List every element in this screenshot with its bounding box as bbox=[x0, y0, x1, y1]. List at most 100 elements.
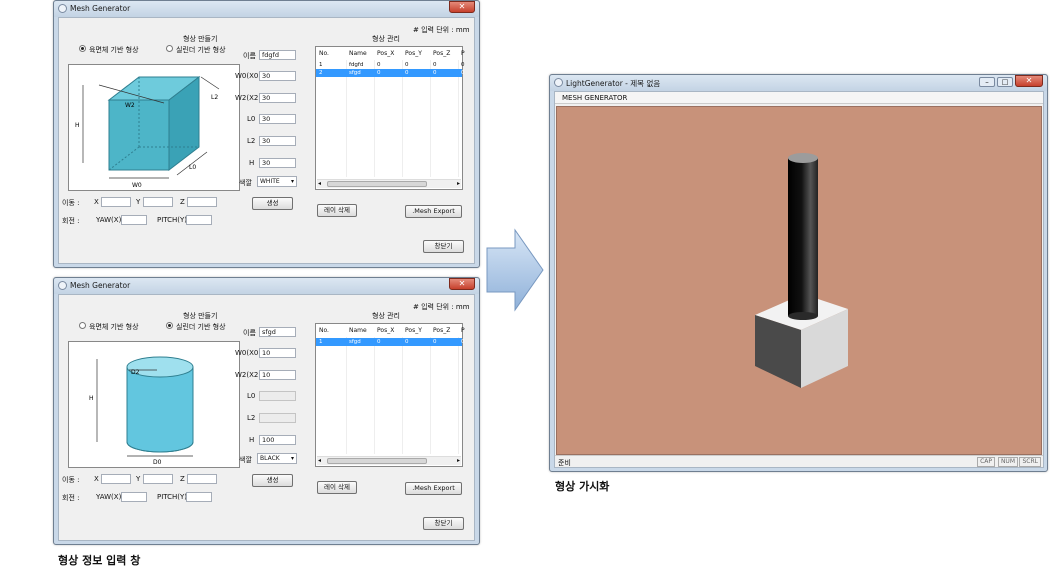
col-no: No. bbox=[319, 50, 329, 57]
pitch-input[interactable] bbox=[186, 215, 212, 225]
move-z-input[interactable] bbox=[187, 474, 217, 484]
color-select-value: WHITE bbox=[260, 178, 280, 185]
l2-input[interactable]: 30 bbox=[259, 136, 296, 146]
radio-cylinder-label: 실린더 기반 형상 bbox=[176, 323, 226, 331]
yaw-label: YAW(X) bbox=[96, 493, 122, 501]
maximize-icon[interactable]: □ bbox=[997, 77, 1013, 87]
w0-input[interactable]: 30 bbox=[259, 71, 296, 81]
diagram-label-w0: W0 bbox=[132, 182, 142, 189]
h-input[interactable]: 100 bbox=[259, 435, 296, 445]
title-bar[interactable]: Mesh Generator ✕ bbox=[54, 1, 479, 17]
shape-list-grid[interactable]: No. Name Pos_X Pos_Y Pos_Z P 1 sfgd 0 0 0 0 ◂… bbox=[315, 323, 465, 467]
color-select[interactable]: BLACK ▾ bbox=[257, 453, 297, 464]
mesh-export-button[interactable]: .Mesh Export bbox=[405, 482, 462, 495]
col-pos-z: Pos_Z bbox=[433, 50, 451, 57]
field-label-name: 이름 bbox=[243, 52, 256, 60]
list-title: 형상 관리 bbox=[372, 312, 400, 320]
status-bar: 준비 CAP NUM SCRL bbox=[555, 455, 1043, 467]
delete-layer-button[interactable]: 레이 삭제 bbox=[317, 481, 357, 494]
pitch-input[interactable] bbox=[186, 492, 212, 502]
field-label-color: 색깔 bbox=[239, 179, 252, 187]
chevron-down-icon: ▾ bbox=[290, 178, 294, 185]
field-label-h: H bbox=[249, 159, 255, 167]
window-title: LightGenerator - 제목 없음 bbox=[566, 79, 661, 88]
close-window-button[interactable]: ✕ bbox=[449, 1, 475, 13]
caption-input-window: 형상 정보 입력 창 bbox=[58, 554, 141, 567]
radio-box[interactable] bbox=[79, 322, 86, 329]
col-name: Name bbox=[349, 50, 367, 57]
close-button[interactable]: 창닫기 bbox=[423, 240, 464, 253]
col-p: P bbox=[461, 50, 465, 57]
close-button[interactable]: 창닫기 bbox=[423, 517, 464, 530]
minimize-icon[interactable]: – bbox=[979, 77, 995, 87]
w2-input[interactable]: 30 bbox=[259, 93, 296, 103]
yaw-input[interactable] bbox=[121, 215, 147, 225]
diagram-label-w2: W2 bbox=[125, 102, 135, 109]
scroll-right-icon[interactable]: ▸ bbox=[457, 457, 460, 464]
move-label: 이동 : bbox=[62, 476, 80, 484]
create-button[interactable]: 생성 bbox=[252, 474, 293, 487]
diagram-label-d2: D2 bbox=[131, 369, 140, 376]
table-row[interactable]: 1 fdgfd 0 0 0 0 bbox=[316, 61, 465, 69]
name-input[interactable]: fdgfd bbox=[259, 50, 296, 60]
horizontal-scrollbar[interactable]: ◂ ▸ bbox=[317, 179, 461, 188]
field-label-l0: L0 bbox=[247, 115, 256, 123]
group-title: 형상 만들기 bbox=[183, 35, 218, 43]
table-row-selected[interactable]: 2 sfgd 0 0 0 0 bbox=[316, 69, 465, 77]
field-label-w2: W2(X2) bbox=[235, 94, 262, 102]
title-bar[interactable]: LightGenerator - 제목 없음 – □ ✕ bbox=[550, 75, 1047, 91]
render-viewport[interactable] bbox=[556, 106, 1042, 455]
radio-cylinder[interactable] bbox=[166, 322, 173, 329]
caption-visualization: 형상 가시화 bbox=[555, 480, 610, 493]
indicator-scrl: SCRL bbox=[1019, 457, 1041, 467]
move-y-label: Y bbox=[136, 198, 141, 206]
color-select[interactable]: WHITE ▾ bbox=[257, 176, 297, 187]
light-generator-window: LightGenerator - 제목 없음 – □ ✕ MESH GENERA… bbox=[549, 74, 1048, 472]
scroll-thumb[interactable] bbox=[327, 458, 427, 464]
scroll-thumb[interactable] bbox=[327, 181, 427, 187]
diagram-label-h: H bbox=[89, 395, 94, 402]
scroll-left-icon[interactable]: ◂ bbox=[318, 457, 321, 464]
rotate-label: 회전 : bbox=[62, 494, 80, 502]
create-button[interactable]: 생성 bbox=[252, 197, 293, 210]
field-label-color: 색깔 bbox=[239, 456, 252, 464]
menu-mesh-generator[interactable]: MESH GENERATOR bbox=[562, 94, 627, 102]
h-input[interactable]: 30 bbox=[259, 158, 296, 168]
field-label-w2: W2(X2) bbox=[235, 371, 262, 379]
title-bar[interactable]: Mesh Generator ✕ bbox=[54, 278, 479, 294]
delete-layer-button[interactable]: 레이 삭제 bbox=[317, 204, 357, 217]
scroll-left-icon[interactable]: ◂ bbox=[318, 180, 321, 187]
move-y-input[interactable] bbox=[143, 197, 173, 207]
scroll-right-icon[interactable]: ▸ bbox=[457, 180, 460, 187]
close-window-button[interactable]: ✕ bbox=[449, 278, 475, 290]
move-x-input[interactable] bbox=[101, 474, 131, 484]
move-z-input[interactable] bbox=[187, 197, 217, 207]
mesh-generator-window-box: Mesh Generator ✕ # 입력 단위 : mm 형상 만들기 육면체… bbox=[53, 0, 480, 268]
horizontal-scrollbar[interactable]: ◂ ▸ bbox=[317, 456, 461, 465]
field-label-w0: W0(X0) bbox=[235, 72, 262, 80]
move-label: 이동 : bbox=[62, 199, 80, 207]
radio-box-label: 육면체 기반 형상 bbox=[89, 46, 139, 54]
shape-list-grid[interactable]: No. Name Pos_X Pos_Y Pos_Z P 1 fdgfd 0 0 0 0 … bbox=[315, 46, 465, 190]
color-select-value: BLACK bbox=[260, 455, 280, 462]
radio-box[interactable] bbox=[79, 45, 86, 52]
col-pos-y: Pos_Y bbox=[405, 327, 422, 334]
move-x-input[interactable] bbox=[101, 197, 131, 207]
w0-input[interactable]: 10 bbox=[259, 348, 296, 358]
yaw-input[interactable] bbox=[121, 492, 147, 502]
move-z-label: Z bbox=[180, 198, 185, 206]
field-label-l2: L2 bbox=[247, 414, 256, 422]
close-window-button[interactable]: ✕ bbox=[1015, 75, 1043, 87]
name-input[interactable]: sfgd bbox=[259, 327, 296, 337]
menu-bar: MESH GENERATOR bbox=[555, 92, 1043, 104]
move-y-input[interactable] bbox=[143, 474, 173, 484]
mesh-export-button[interactable]: .Mesh Export bbox=[405, 205, 462, 218]
field-label-w0: W0(X0) bbox=[235, 349, 262, 357]
w2-input[interactable]: 10 bbox=[259, 370, 296, 380]
l0-input[interactable]: 30 bbox=[259, 114, 296, 124]
table-row-selected[interactable]: 1 sfgd 0 0 0 0 bbox=[316, 338, 465, 346]
move-y-label: Y bbox=[136, 475, 141, 483]
col-name: Name bbox=[349, 327, 367, 334]
move-x-label: X bbox=[94, 475, 99, 483]
radio-cylinder[interactable] bbox=[166, 45, 173, 52]
